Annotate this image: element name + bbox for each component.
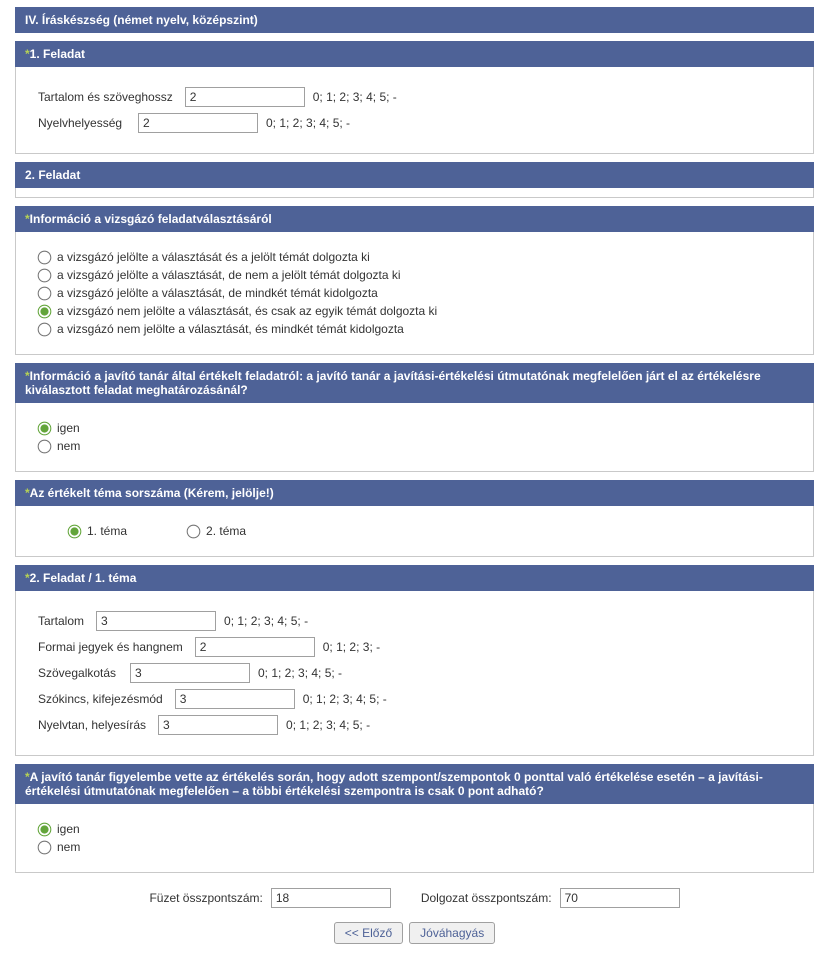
fuzet-label: Füzet összpontszám: (149, 891, 262, 905)
task2t1-r2-input[interactable] (195, 637, 315, 657)
task1-r2-input[interactable] (138, 113, 258, 133)
theme-sel-header: *Az értékelt téma sorszáma (Kérem, jelöl… (15, 480, 814, 506)
task2t1-header-text: 2. Feladat / 1. téma (30, 571, 137, 585)
info-choice-header-text: Információ a vizsgázó feladatválasztásár… (30, 212, 272, 226)
theme-sel-header-text: Az értékelt téma sorszáma (Kérem, jelölj… (30, 486, 274, 500)
task1-r1-label: Tartalom és szöveghossz (38, 90, 185, 104)
zero-rule-no[interactable] (38, 840, 52, 854)
info-choice-opt-1[interactable] (38, 268, 52, 282)
info-grader-yes[interactable] (38, 421, 52, 435)
theme-2-radio[interactable] (187, 524, 201, 538)
info-choice-opt-4[interactable] (38, 322, 52, 336)
task1-header-text: 1. Feladat (30, 47, 85, 61)
task2t1-r2-label: Formai jegyek és hangnem (38, 640, 195, 654)
task2t1-r4-label: Szókincs, kifejezésmód (38, 692, 175, 706)
task2t1-r5-input[interactable] (158, 715, 278, 735)
footer: Füzet összpontszám: Dolgozat összpontszá… (14, 888, 815, 944)
zero-rule-body: igen nem (15, 804, 814, 873)
info-grader-body: igen nem (15, 403, 814, 472)
task2-header: 2. Feladat (15, 162, 814, 188)
task2-empty-body (15, 188, 814, 198)
task1-body: Tartalom és szöveghossz 0; 1; 2; 3; 4; 5… (15, 67, 814, 154)
task2t1-body: Tartalom 0; 1; 2; 3; 4; 5; - Formai jegy… (15, 591, 814, 756)
task2t1-r4-input[interactable] (175, 689, 295, 709)
info-choice-opt-3[interactable] (38, 304, 52, 318)
task2t1-r3-hint: 0; 1; 2; 3; 4; 5; - (258, 666, 342, 680)
info-choice-opt-4-label: a vizsgázó nem jelölte a választását, és… (57, 322, 404, 336)
info-grader-yes-label: igen (57, 421, 80, 435)
info-choice-opt-1-label: a vizsgázó jelölte a választását, de nem… (57, 268, 401, 282)
info-choice-opt-0-label: a vizsgázó jelölte a választását és a je… (57, 250, 370, 264)
zero-rule-no-label: nem (57, 840, 80, 854)
fuzet-input[interactable] (271, 888, 391, 908)
theme-1-label: 1. téma (87, 524, 127, 538)
task2t1-r1-hint: 0; 1; 2; 3; 4; 5; - (224, 614, 308, 628)
task2t1-r5-label: Nyelvtan, helyesírás (38, 718, 158, 732)
task2t1-r1-input[interactable] (96, 611, 216, 631)
task2t1-r4-hint: 0; 1; 2; 3; 4; 5; - (303, 692, 387, 706)
task1-header: *1. Feladat (15, 41, 814, 67)
task2t1-r5-hint: 0; 1; 2; 3; 4; 5; - (286, 718, 370, 732)
task2t1-r1-label: Tartalom (38, 614, 96, 628)
dolgozat-label: Dolgozat összpontszám: (421, 891, 552, 905)
info-choice-opt-3-label: a vizsgázó nem jelölte a választását, és… (57, 304, 437, 318)
task1-r1-hint: 0; 1; 2; 3; 4; 5; - (313, 90, 397, 104)
info-grader-header-text: Információ a javító tanár által értékelt… (25, 369, 761, 397)
task2t1-header: *2. Feladat / 1. téma (15, 565, 814, 591)
zero-rule-yes[interactable] (38, 822, 52, 836)
zero-rule-header: *A javító tanár figyelembe vette az érté… (15, 764, 814, 804)
info-choice-header: *Információ a vizsgázó feladatválasztásá… (15, 206, 814, 232)
info-grader-no-label: nem (57, 439, 80, 453)
info-choice-opt-2[interactable] (38, 286, 52, 300)
info-choice-opt-0[interactable] (38, 250, 52, 264)
info-choice-opt-2-label: a vizsgázó jelölte a választását, de min… (57, 286, 378, 300)
zero-rule-yes-label: igen (57, 822, 80, 836)
dolgozat-input[interactable] (560, 888, 680, 908)
zero-rule-header-text: A javító tanár figyelembe vette az érték… (25, 770, 763, 798)
info-grader-no[interactable] (38, 439, 52, 453)
approve-button[interactable]: Jóváhagyás (409, 922, 495, 944)
task1-r2-label: Nyelvhelyesség (38, 116, 138, 130)
task1-r2-hint: 0; 1; 2; 3; 4; 5; - (266, 116, 350, 130)
info-grader-header: *Információ a javító tanár által értékel… (15, 363, 814, 403)
theme-2-label: 2. téma (206, 524, 246, 538)
theme-sel-body: 1. téma 2. téma (15, 506, 814, 557)
main-title: IV. Íráskészség (német nyelv, középszint… (15, 7, 814, 33)
theme-1-radio[interactable] (68, 524, 82, 538)
task2t1-r2-hint: 0; 1; 2; 3; - (323, 640, 380, 654)
task1-r1-input[interactable] (185, 87, 305, 107)
task2t1-r3-label: Szövegalkotás (38, 666, 130, 680)
task2t1-r3-input[interactable] (130, 663, 250, 683)
info-choice-body: a vizsgázó jelölte a választását és a je… (15, 232, 814, 355)
prev-button[interactable]: << Előző (334, 922, 403, 944)
